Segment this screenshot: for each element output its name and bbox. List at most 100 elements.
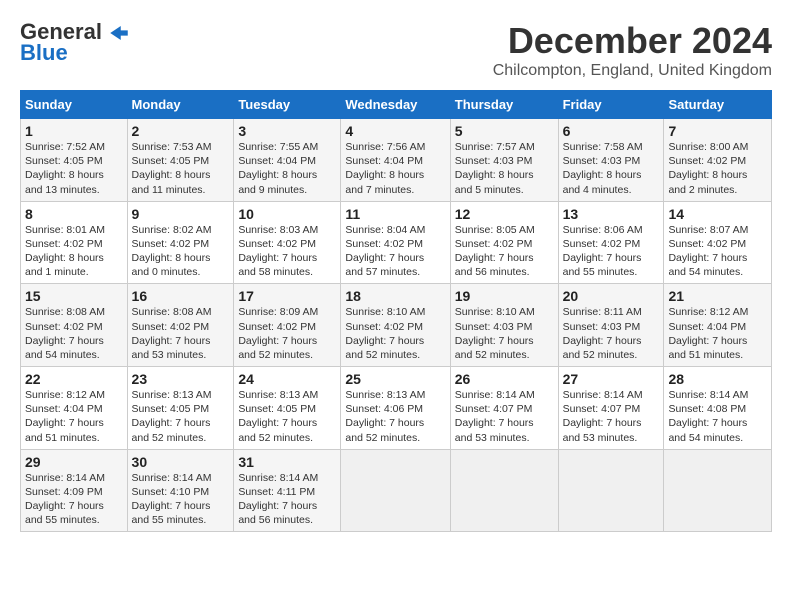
day-cell: 8 Sunrise: 8:01 AM Sunset: 4:02 PM Daylig…: [21, 201, 128, 284]
header-cell-thursday: Thursday: [450, 91, 558, 119]
day-number: 23: [132, 371, 230, 387]
day-number: 11: [345, 206, 445, 222]
day-info: Sunrise: 7:53 AM Sunset: 4:05 PM Dayligh…: [132, 141, 212, 196]
day-info: Sunrise: 7:57 AM Sunset: 4:03 PM Dayligh…: [455, 141, 535, 196]
day-info: Sunrise: 8:10 AM Sunset: 4:03 PM Dayligh…: [455, 306, 535, 361]
day-cell: 20 Sunrise: 8:11 AM Sunset: 4:03 PM Dayli…: [558, 284, 664, 367]
day-info: Sunrise: 8:10 AM Sunset: 4:02 PM Dayligh…: [345, 306, 425, 361]
day-info: Sunrise: 8:13 AM Sunset: 4:05 PM Dayligh…: [238, 389, 318, 444]
day-cell: [558, 449, 664, 532]
day-info: Sunrise: 7:55 AM Sunset: 4:04 PM Dayligh…: [238, 141, 318, 196]
day-cell: 26 Sunrise: 8:14 AM Sunset: 4:07 PM Dayli…: [450, 367, 558, 450]
day-cell: 19 Sunrise: 8:10 AM Sunset: 4:03 PM Dayli…: [450, 284, 558, 367]
day-cell: 13Sunrise: 8:06 AM Sunset: 4:02 PM Dayli…: [558, 201, 664, 284]
day-info: Sunrise: 8:14 AM Sunset: 4:09 PM Dayligh…: [25, 472, 105, 527]
day-number: 4: [345, 123, 445, 139]
day-info: Sunrise: 8:05 AM Sunset: 4:02 PM Dayligh…: [455, 224, 535, 279]
day-cell: [664, 449, 772, 532]
week-row-2: 8 Sunrise: 8:01 AM Sunset: 4:02 PM Daylig…: [21, 201, 772, 284]
day-number: 24: [238, 371, 336, 387]
logo-arrow-icon: [110, 26, 128, 40]
main-title: December 2024: [493, 20, 772, 62]
subtitle: Chilcompton, England, United Kingdom: [493, 62, 772, 80]
calendar-header-row: SundayMondayTuesdayWednesdayThursdayFrid…: [21, 91, 772, 119]
day-number: 9: [132, 206, 230, 222]
day-cell: 9 Sunrise: 8:02 AM Sunset: 4:02 PM Daylig…: [127, 201, 234, 284]
day-number: 31: [238, 454, 336, 470]
day-number: 28: [668, 371, 767, 387]
day-number: 22: [25, 371, 123, 387]
day-cell: 30 Sunrise: 8:14 AM Sunset: 4:10 PM Dayli…: [127, 449, 234, 532]
day-info: Sunrise: 8:02 AM Sunset: 4:02 PM Dayligh…: [132, 224, 212, 279]
day-number: 19: [455, 288, 554, 304]
day-cell: [341, 449, 450, 532]
day-info: Sunrise: 8:11 AM Sunset: 4:03 PM Dayligh…: [563, 306, 642, 361]
day-cell: 24 Sunrise: 8:13 AM Sunset: 4:05 PM Dayli…: [234, 367, 341, 450]
day-cell: 23Sunrise: 8:13 AM Sunset: 4:05 PM Dayli…: [127, 367, 234, 450]
day-cell: 29Sunrise: 8:14 AM Sunset: 4:09 PM Dayli…: [21, 449, 128, 532]
day-cell: 14 Sunrise: 8:07 AM Sunset: 4:02 PM Dayli…: [664, 201, 772, 284]
day-info: Sunrise: 8:08 AM Sunset: 4:02 PM Dayligh…: [132, 306, 212, 361]
day-info: Sunrise: 8:09 AM Sunset: 4:02 PM Dayligh…: [238, 306, 318, 361]
day-number: 14: [668, 206, 767, 222]
day-cell: 11 Sunrise: 8:04 AM Sunset: 4:02 PM Dayli…: [341, 201, 450, 284]
day-info: Sunrise: 8:13 AM Sunset: 4:06 PM Dayligh…: [345, 389, 425, 444]
day-info: Sunrise: 8:07 AM Sunset: 4:02 PM Dayligh…: [668, 224, 748, 279]
day-cell: 17Sunrise: 8:09 AM Sunset: 4:02 PM Dayli…: [234, 284, 341, 367]
day-cell: 27Sunrise: 8:14 AM Sunset: 4:07 PM Dayli…: [558, 367, 664, 450]
day-cell: 6 Sunrise: 7:58 AM Sunset: 4:03 PM Daylig…: [558, 119, 664, 202]
day-number: 2: [132, 123, 230, 139]
day-number: 6: [563, 123, 660, 139]
logo: General Blue: [20, 20, 128, 66]
day-info: Sunrise: 8:12 AM Sunset: 4:04 PM Dayligh…: [668, 306, 748, 361]
day-info: Sunrise: 7:56 AM Sunset: 4:04 PM Dayligh…: [345, 141, 425, 196]
day-info: Sunrise: 8:08 AM Sunset: 4:02 PM Dayligh…: [25, 306, 105, 361]
week-row-1: 1 Sunrise: 7:52 AM Sunset: 4:05 PM Daylig…: [21, 119, 772, 202]
day-cell: 2 Sunrise: 7:53 AM Sunset: 4:05 PM Daylig…: [127, 119, 234, 202]
header-cell-sunday: Sunday: [21, 91, 128, 119]
day-cell: 22Sunrise: 8:12 AM Sunset: 4:04 PM Dayli…: [21, 367, 128, 450]
day-number: 20: [563, 288, 660, 304]
calendar-table: SundayMondayTuesdayWednesdayThursdayFrid…: [20, 90, 772, 532]
title-area: December 2024 Chilcompton, England, Unit…: [493, 20, 772, 80]
logo-blue: Blue: [20, 40, 68, 66]
day-number: 25: [345, 371, 445, 387]
day-info: Sunrise: 8:04 AM Sunset: 4:02 PM Dayligh…: [345, 224, 425, 279]
week-row-4: 22Sunrise: 8:12 AM Sunset: 4:04 PM Dayli…: [21, 367, 772, 450]
header-cell-tuesday: Tuesday: [234, 91, 341, 119]
day-info: Sunrise: 8:01 AM Sunset: 4:02 PM Dayligh…: [25, 224, 105, 279]
header-cell-monday: Monday: [127, 91, 234, 119]
day-cell: 10 Sunrise: 8:03 AM Sunset: 4:02 PM Dayli…: [234, 201, 341, 284]
day-info: Sunrise: 7:52 AM Sunset: 4:05 PM Dayligh…: [25, 141, 105, 196]
day-cell: 1 Sunrise: 7:52 AM Sunset: 4:05 PM Daylig…: [21, 119, 128, 202]
header-cell-wednesday: Wednesday: [341, 91, 450, 119]
day-info: Sunrise: 7:58 AM Sunset: 4:03 PM Dayligh…: [563, 141, 643, 196]
day-number: 1: [25, 123, 123, 139]
header-cell-friday: Friday: [558, 91, 664, 119]
day-info: Sunrise: 8:03 AM Sunset: 4:02 PM Dayligh…: [238, 224, 318, 279]
day-cell: 3 Sunrise: 7:55 AM Sunset: 4:04 PM Daylig…: [234, 119, 341, 202]
day-number: 16: [132, 288, 230, 304]
day-info: Sunrise: 8:14 AM Sunset: 4:10 PM Dayligh…: [132, 472, 212, 527]
day-info: Sunrise: 8:14 AM Sunset: 4:07 PM Dayligh…: [455, 389, 535, 444]
day-info: Sunrise: 8:14 AM Sunset: 4:11 PM Dayligh…: [238, 472, 318, 527]
day-number: 3: [238, 123, 336, 139]
header-cell-saturday: Saturday: [664, 91, 772, 119]
day-cell: 7 Sunrise: 8:00 AM Sunset: 4:02 PM Daylig…: [664, 119, 772, 202]
day-cell: 16 Sunrise: 8:08 AM Sunset: 4:02 PM Dayli…: [127, 284, 234, 367]
day-number: 18: [345, 288, 445, 304]
day-info: Sunrise: 8:06 AM Sunset: 4:02 PM Dayligh…: [563, 224, 643, 279]
day-number: 10: [238, 206, 336, 222]
day-cell: 15Sunrise: 8:08 AM Sunset: 4:02 PM Dayli…: [21, 284, 128, 367]
day-number: 7: [668, 123, 767, 139]
day-cell: 12 Sunrise: 8:05 AM Sunset: 4:02 PM Dayli…: [450, 201, 558, 284]
week-row-5: 29Sunrise: 8:14 AM Sunset: 4:09 PM Dayli…: [21, 449, 772, 532]
day-number: 26: [455, 371, 554, 387]
day-cell: 28Sunrise: 8:14 AM Sunset: 4:08 PM Dayli…: [664, 367, 772, 450]
day-number: 8: [25, 206, 123, 222]
day-number: 30: [132, 454, 230, 470]
day-info: Sunrise: 8:00 AM Sunset: 4:02 PM Dayligh…: [668, 141, 748, 196]
day-cell: 5Sunrise: 7:57 AM Sunset: 4:03 PM Daylig…: [450, 119, 558, 202]
day-number: 12: [455, 206, 554, 222]
day-cell: 21Sunrise: 8:12 AM Sunset: 4:04 PM Dayli…: [664, 284, 772, 367]
